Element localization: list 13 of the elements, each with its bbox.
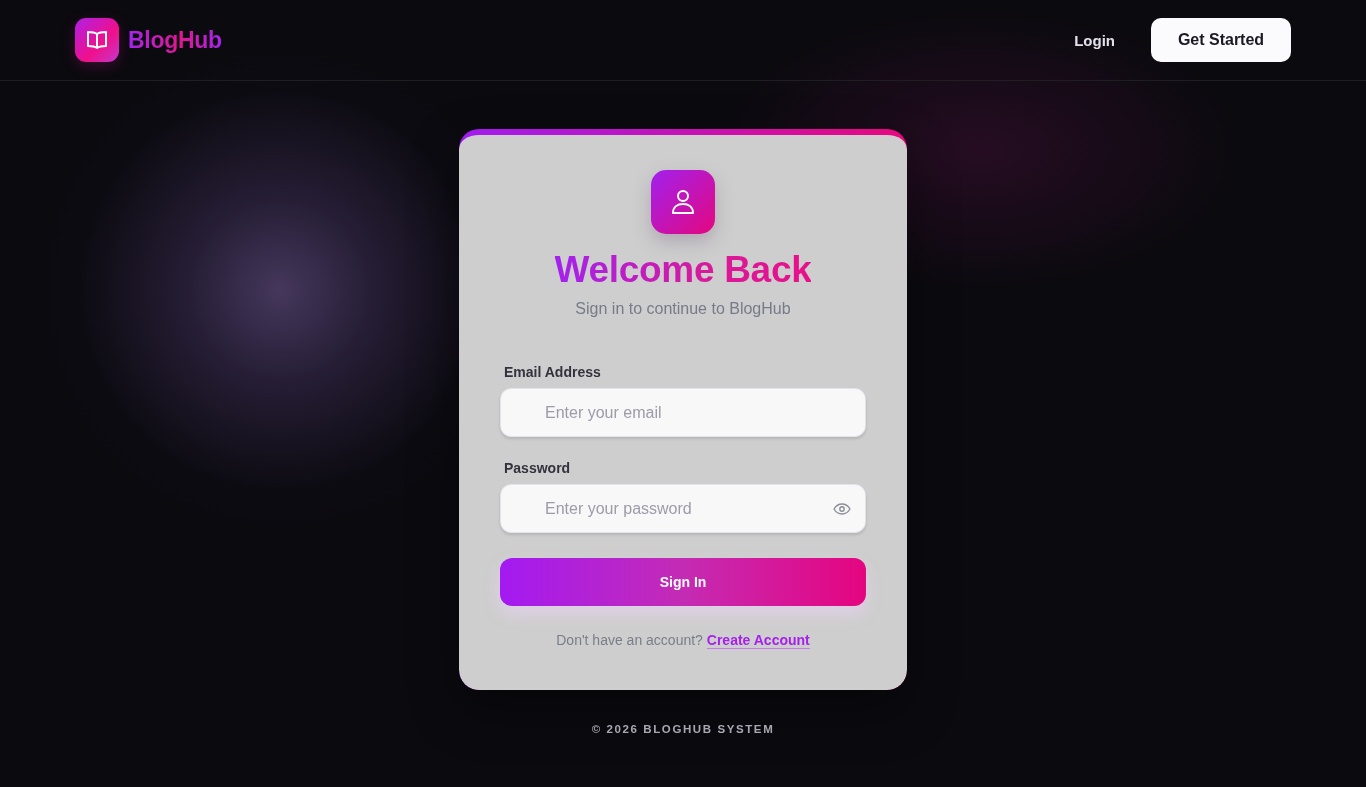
signup-prompt: Don't have an account? Create Account: [555, 631, 811, 650]
sign-in-button[interactable]: Sign In: [500, 558, 866, 606]
field-label: Email Address: [503, 363, 602, 382]
field-label: Password: [503, 459, 572, 478]
email-field[interactable]: Enter your email: [500, 388, 866, 437]
password-field[interactable]: Enter your password: [500, 484, 866, 533]
user-icon: [651, 170, 715, 234]
login-link[interactable]: Login: [1074, 31, 1115, 49]
get-started-button[interactable]: Get Started: [1151, 18, 1291, 62]
book-icon: [75, 18, 119, 62]
eye-icon[interactable]: [833, 502, 851, 515]
footer-text: © 2026 BLOGHUB SYSTEM: [591, 723, 775, 735]
subtitle: Sign in to continue to BlogHub: [575, 299, 791, 319]
